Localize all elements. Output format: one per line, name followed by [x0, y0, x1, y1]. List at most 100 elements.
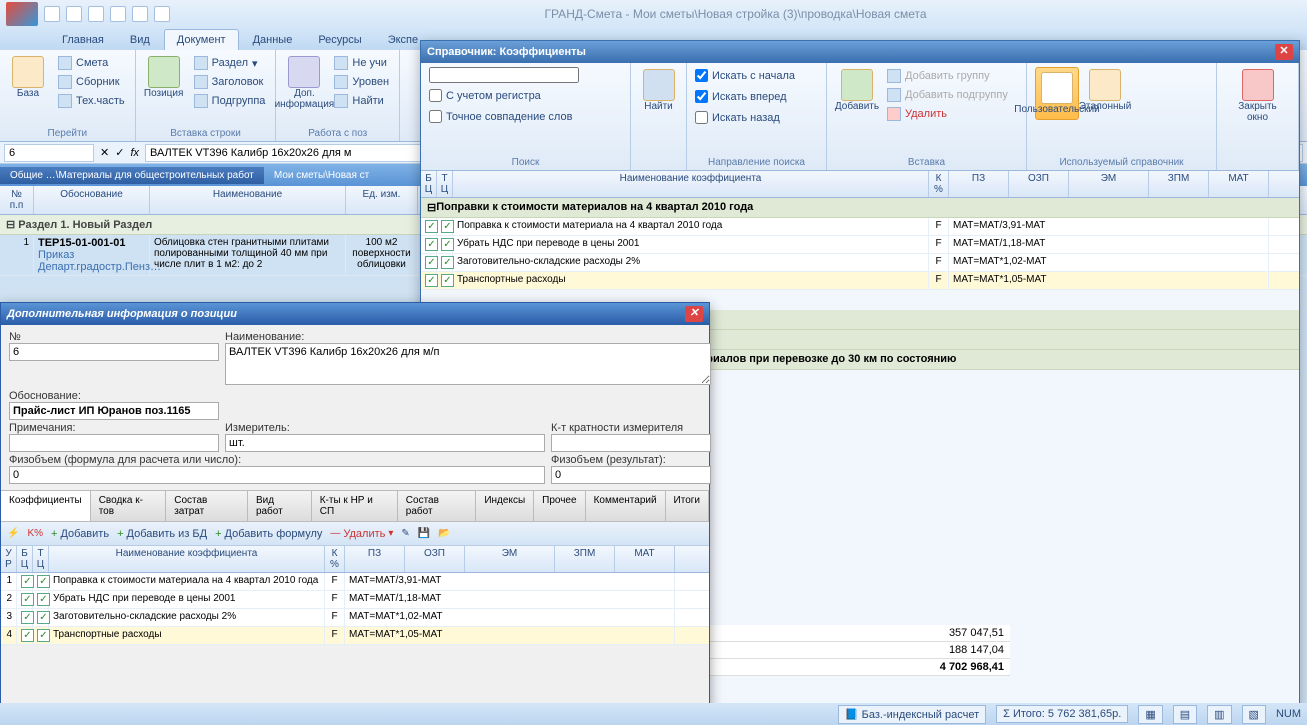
- ptab-ktynr[interactable]: К-ты к НР и СП: [312, 491, 398, 521]
- p-addbd-button[interactable]: +Добавить из БД: [117, 528, 207, 540]
- tehchast-button[interactable]: Тех.часть: [54, 92, 129, 110]
- ref-addsubgroup-button: Добавить подгруппу: [883, 86, 1012, 104]
- position-button[interactable]: Позиция: [142, 54, 186, 101]
- ptab-svodka[interactable]: Сводка к-тов: [91, 491, 167, 521]
- popup-row[interactable]: 4✓✓Транспортные расходыFМАТ=МАТ*1,05-МАТ: [1, 627, 709, 645]
- zagolovok-button[interactable]: Заголовок: [190, 73, 270, 91]
- tab-main[interactable]: Главная: [50, 30, 116, 50]
- quick-access-toolbar: [44, 6, 170, 22]
- cancel-icon[interactable]: ✕: [100, 146, 109, 159]
- ref-user-catalog-button[interactable]: Пользовательский: [1035, 67, 1079, 120]
- ref-delete-button[interactable]: Удалить: [883, 105, 1012, 123]
- find-icon[interactable]: [132, 6, 148, 22]
- ref-row[interactable]: ✓✓Транспортные расходыFМАТ=МАТ*1,05-МАТ: [421, 272, 1299, 290]
- view-icon[interactable]: ▦: [1138, 705, 1162, 724]
- doc-tab-materials[interactable]: Общие …\Материалы для общестроительных р…: [0, 167, 264, 184]
- app-title: ГРАНД-Смета - Мои сметы\Новая стройка (3…: [170, 7, 1301, 21]
- col-naim: Наименование: [150, 186, 346, 214]
- ref-close-button[interactable]: Закрыть окно: [1236, 67, 1280, 125]
- ptab-indexy[interactable]: Индексы: [476, 491, 534, 521]
- save-icon[interactable]: [44, 6, 60, 22]
- prim-input[interactable]: [9, 434, 219, 452]
- dopinfo-button[interactable]: Доп. информация: [282, 54, 326, 112]
- ptab-vidrabot[interactable]: Вид работ: [248, 491, 312, 521]
- summary-row: 357 047,51: [710, 625, 1010, 642]
- tool-icon[interactable]: [154, 6, 170, 22]
- find-button[interactable]: Найти: [330, 92, 393, 110]
- kpercent-icon[interactable]: K%: [27, 528, 43, 539]
- ref-section-1[interactable]: ⊟ Поправки к стоимости материалов на 4 к…: [421, 198, 1299, 218]
- view-icon[interactable]: ▧: [1242, 705, 1266, 724]
- summary-total: 4 702 968,41: [710, 659, 1010, 676]
- chk-register[interactable]: [429, 89, 442, 102]
- ref-etalon-catalog-button[interactable]: Эталонный: [1083, 67, 1127, 114]
- razdel-button[interactable]: Раздел ▾: [190, 54, 270, 72]
- view-icon[interactable]: ▤: [1173, 705, 1197, 724]
- izm-input[interactable]: [225, 434, 545, 452]
- ref-find-button[interactable]: Найти: [639, 67, 678, 114]
- p-open-icon[interactable]: 📂: [438, 528, 450, 539]
- summary-block: 357 047,51 188 147,04 4 702 968,41: [710, 625, 1010, 676]
- p-addformula-button[interactable]: +Добавить формулу: [215, 528, 322, 540]
- accept-icon[interactable]: ✓: [115, 146, 124, 159]
- group-label-insert: Вставка строки: [142, 126, 270, 139]
- p-edit-icon[interactable]: ✎: [401, 528, 409, 539]
- undo-icon[interactable]: [66, 6, 82, 22]
- fizr-input[interactable]: [551, 466, 711, 484]
- chk-exact[interactable]: [429, 110, 442, 123]
- tab-resources[interactable]: Ресурсы: [306, 30, 373, 50]
- ptab-comment[interactable]: Комментарий: [586, 491, 666, 521]
- popup-row[interactable]: 3✓✓Заготовительно-складские расходы 2%FМ…: [1, 609, 709, 627]
- p-save-icon[interactable]: 💾: [418, 528, 430, 539]
- status-calc[interactable]: 📘 Баз.-индексный расчет: [838, 705, 986, 724]
- close-icon[interactable]: ✕: [1275, 44, 1293, 60]
- fizf-input[interactable]: [9, 466, 545, 484]
- fx-icon[interactable]: fx: [130, 147, 139, 159]
- naim-input[interactable]: ВАЛТЕК VT396 Калибр 16х20х26 для м/п: [225, 343, 711, 385]
- ref-row[interactable]: ✓✓Убрать НДС при переводе в цены 2001FМА…: [421, 236, 1299, 254]
- chk-search-fwd[interactable]: [695, 90, 708, 103]
- ptab-sostavrabot[interactable]: Состав работ: [398, 491, 477, 521]
- ref-addgroup-button: Добавить группу: [883, 67, 1012, 85]
- lightning-icon[interactable]: ⚡: [7, 528, 19, 539]
- popup-row[interactable]: 1✓✓Поправка к стоимости материала на 4 к…: [1, 573, 709, 591]
- uroven-button[interactable]: Уровен: [330, 73, 393, 91]
- popup-tabs: Коэффициенты Сводка к-тов Состав затрат …: [1, 490, 709, 522]
- ptab-itogi[interactable]: Итоги: [666, 491, 709, 521]
- base-button[interactable]: База: [6, 54, 50, 101]
- chk-search-start[interactable]: [695, 69, 708, 82]
- ref-add-button[interactable]: Добавить: [835, 67, 879, 114]
- popup-row[interactable]: 2✓✓Убрать НДС при переводе в цены 2001FМ…: [1, 591, 709, 609]
- cell-ref-input[interactable]: [4, 144, 94, 162]
- podgruppa-button[interactable]: Подгруппа: [190, 92, 270, 110]
- ref-row[interactable]: ✓✓Поправка к стоимости материала на 4 кв…: [421, 218, 1299, 236]
- popup-titlebar[interactable]: Дополнительная информация о позиции ✕: [1, 303, 709, 325]
- ref-search-input[interactable]: [429, 67, 579, 83]
- tab-data[interactable]: Данные: [241, 30, 305, 50]
- col-npp: № п.п: [0, 186, 34, 214]
- p-delete-button[interactable]: — Удалить ▾: [330, 528, 393, 540]
- status-total[interactable]: Σ Итого: 5 762 381,65р.: [996, 705, 1128, 723]
- sbornik-button[interactable]: Сборник: [54, 73, 129, 91]
- no-input[interactable]: [9, 343, 219, 361]
- col-ed: Ед. изм.: [346, 186, 418, 214]
- tab-view[interactable]: Вид: [118, 30, 162, 50]
- doc-tab-mysmeta[interactable]: Мои сметы\Новая ст: [264, 167, 379, 184]
- ptab-koef[interactable]: Коэффициенты: [1, 491, 91, 521]
- tab-document[interactable]: Документ: [164, 29, 239, 50]
- view-icon[interactable]: ▥: [1207, 705, 1231, 724]
- close-icon[interactable]: ✕: [685, 306, 703, 322]
- copy-icon[interactable]: [110, 6, 126, 22]
- neuchit-button[interactable]: Не учи: [330, 54, 393, 72]
- redo-icon[interactable]: [88, 6, 104, 22]
- smeta-button[interactable]: Смета: [54, 54, 129, 72]
- kt-input[interactable]: [551, 434, 711, 452]
- ref-titlebar[interactable]: Справочник: Коэффициенты ✕: [421, 41, 1299, 63]
- ref-row[interactable]: ✓✓Заготовительно-складские расходы 2%FМА…: [421, 254, 1299, 272]
- ptab-sostav[interactable]: Состав затрат: [166, 491, 248, 521]
- obos-input[interactable]: [9, 402, 219, 420]
- p-add-button[interactable]: +Добавить: [51, 528, 109, 540]
- chk-search-back[interactable]: [695, 111, 708, 124]
- col-obos: Обоснование: [34, 186, 150, 214]
- ptab-prochee[interactable]: Прочее: [534, 491, 585, 521]
